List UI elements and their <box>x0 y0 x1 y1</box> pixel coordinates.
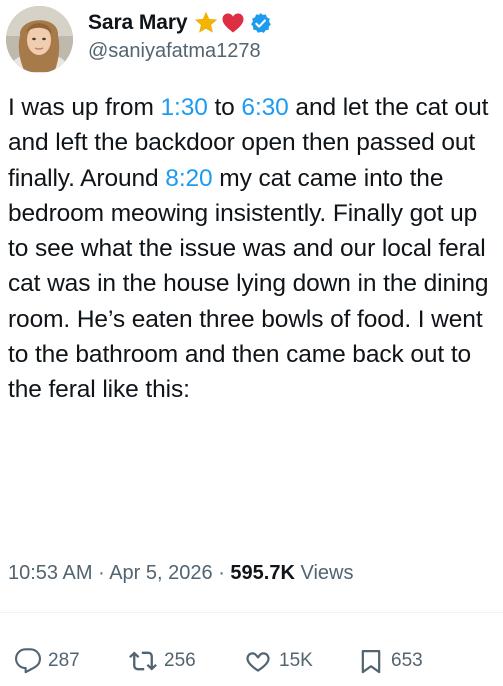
timestamp-link[interactable]: 1:30 <box>160 94 207 121</box>
timestamp-link[interactable]: 6:30 <box>241 94 288 121</box>
views-count: 595.7K <box>230 562 295 584</box>
like-button[interactable]: 15K <box>243 644 313 678</box>
repost-count: 256 <box>164 650 196 671</box>
display-name[interactable]: Sara Mary <box>88 11 188 35</box>
red-heart-emoji-icon <box>221 11 245 35</box>
bookmark-button[interactable]: 653 <box>357 644 423 678</box>
like-count: 15K <box>279 650 313 671</box>
verified-badge-icon[interactable] <box>249 12 272 35</box>
post-date[interactable]: Apr 5, 2026 <box>109 562 212 584</box>
post-time[interactable]: 10:53 AM <box>8 562 93 584</box>
divider <box>0 612 503 613</box>
repost-button[interactable]: 256 <box>128 644 196 678</box>
reply-count: 287 <box>48 650 80 671</box>
star-emoji-icon <box>194 11 218 35</box>
tweet-text: I was up from 1:30 to 6:30 and let the c… <box>8 90 498 408</box>
bookmark-count: 653 <box>391 650 423 671</box>
avatar[interactable] <box>6 6 73 73</box>
heart-icon <box>243 647 273 675</box>
tweet-meta: 10:53 AM · Apr 5, 2026 · 595.7K Views <box>8 562 353 585</box>
tweet-text-segment: I was up from <box>8 94 161 121</box>
views-label: Views <box>300 562 354 584</box>
meta-separator: · <box>98 562 105 584</box>
author-name-row: Sara Mary <box>88 8 272 38</box>
tweet-text-segment: to <box>207 94 242 121</box>
tweet-text-segment: my cat came into the bedroom meowing ins… <box>8 164 489 404</box>
bookmark-icon <box>357 646 385 676</box>
repost-icon <box>128 647 158 675</box>
reply-button[interactable]: 287 <box>14 644 80 678</box>
timestamp-link[interactable]: 8:20 <box>165 165 212 192</box>
tweet-card: Sara Mary @saniyafatma1278 I was up from… <box>0 0 503 686</box>
reply-icon <box>14 647 42 675</box>
author-handle[interactable]: @saniyafatma1278 <box>88 40 261 63</box>
meta-separator: · <box>218 562 225 584</box>
